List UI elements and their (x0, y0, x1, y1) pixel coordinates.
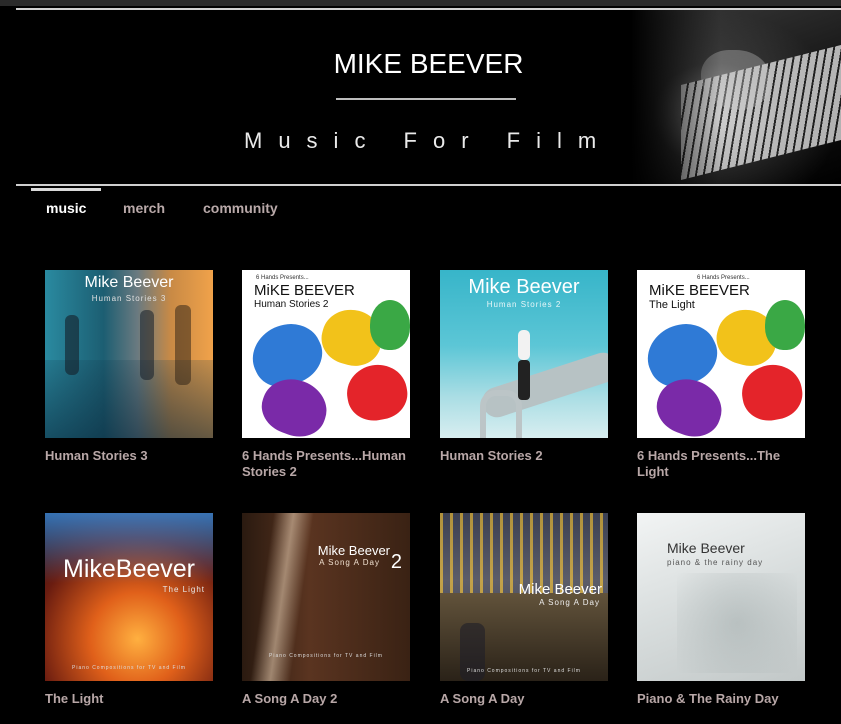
album-card-6-hands-the-light[interactable]: 6 Hands Presents... MiKE BEEVER The Ligh… (637, 270, 805, 480)
album-card-human-stories-3[interactable]: Mike Beever Human Stories 3 Human Storie… (45, 270, 213, 464)
album-title[interactable]: Piano & The Rainy Day (637, 691, 812, 707)
album-title[interactable]: 6 Hands Presents...The Light (637, 448, 812, 480)
cover-subtitle: piano & the rainy day (667, 558, 764, 567)
album-title[interactable]: A Song A Day 2 (242, 691, 417, 707)
site-subtitle: Music For Film (244, 128, 613, 153)
cover-artist: MikeBeever (63, 555, 195, 583)
album-card-the-light[interactable]: MikeBeever The Light Piano Compositions … (45, 513, 213, 707)
album-card-6-hands-human-stories-2[interactable]: 6 Hands Presents... MiKE BEEVER Human St… (242, 270, 410, 480)
cover-artist: Mike Beever (518, 581, 602, 598)
tab-merch[interactable]: merch (123, 200, 165, 216)
cover-subtitle: The Light (162, 585, 205, 594)
cover-subtitle: Human Stories 2 (254, 299, 329, 310)
album-cover[interactable]: 6 Hands Presents... MiKE BEEVER The Ligh… (637, 270, 805, 438)
cover-subtitle: The Light (649, 299, 695, 311)
album-card-human-stories-2[interactable]: Mike Beever Human Stories 2 Human Storie… (440, 270, 608, 464)
tab-music[interactable]: music (46, 200, 86, 216)
cover-footer: Piano Compositions for TV and Film (269, 653, 383, 659)
album-cover[interactable]: MikeBeever The Light Piano Compositions … (45, 513, 213, 681)
cover-artist: Mike Beever (317, 543, 390, 558)
cover-presents: 6 Hands Presents... (256, 275, 309, 281)
cover-artist: Mike Beever (667, 540, 745, 556)
title-divider (336, 98, 516, 100)
site-title[interactable]: MIKE BEEVER (16, 48, 841, 80)
cover-footer: Piano Compositions for TV and Film (72, 665, 186, 671)
album-cover[interactable]: Mike Beever A Song A Day 2 Piano Composi… (242, 513, 410, 681)
album-card-a-song-a-day-2[interactable]: Mike Beever A Song A Day 2 Piano Composi… (242, 513, 410, 707)
cover-subtitle: A Song A Day (539, 598, 600, 607)
cover-artist: MiKE BEEVER (254, 282, 355, 299)
cover-number: 2 (390, 551, 402, 573)
cover-subtitle: Human Stories 2 (486, 300, 562, 309)
album-cover[interactable]: Mike Beever A Song A Day Piano Compositi… (440, 513, 608, 681)
album-cover[interactable]: Mike Beever Human Stories 3 (45, 270, 213, 438)
album-cover[interactable]: 6 Hands Presents... MiKE BEEVER Human St… (242, 270, 410, 438)
cover-artist: Mike Beever (84, 274, 174, 291)
browser-top-bar (0, 0, 841, 6)
cover-footer: Piano Compositions for TV and Film (467, 668, 581, 674)
album-title[interactable]: Human Stories 3 (45, 448, 220, 464)
album-card-a-song-a-day[interactable]: Mike Beever A Song A Day Piano Compositi… (440, 513, 608, 707)
active-tab-indicator (31, 188, 101, 191)
album-title[interactable]: The Light (45, 691, 220, 707)
album-title[interactable]: A Song A Day (440, 691, 615, 707)
cover-artist: MiKE BEEVER (649, 282, 750, 299)
album-title[interactable]: 6 Hands Presents...Human Stories 2 (242, 448, 417, 480)
site-header: MIKE BEEVER Music For Film (16, 10, 841, 184)
album-cover[interactable]: Mike Beever piano & the rainy day (637, 513, 805, 681)
cover-artist: Mike Beever (468, 276, 580, 298)
album-cover[interactable]: Mike Beever Human Stories 2 (440, 270, 608, 438)
cover-subtitle: A Song A Day (319, 558, 380, 567)
album-card-piano-and-the-rainy-day[interactable]: Mike Beever piano & the rainy day Piano … (637, 513, 805, 707)
cover-presents: 6 Hands Presents... (697, 275, 750, 281)
header-piano-photo (631, 10, 841, 184)
tab-community[interactable]: community (203, 200, 278, 216)
header-bottom-rule (16, 184, 841, 186)
album-title[interactable]: Human Stories 2 (440, 448, 615, 464)
cover-subtitle: Human Stories 3 (91, 294, 167, 303)
